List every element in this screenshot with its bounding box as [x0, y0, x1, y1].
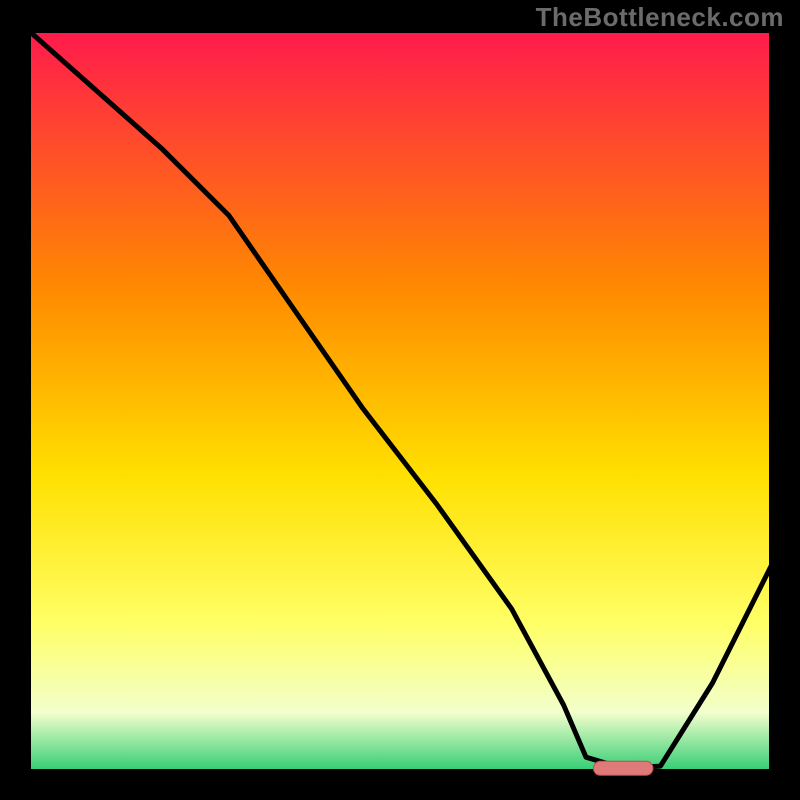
optimal-range-marker	[593, 761, 653, 775]
watermark-text: TheBottleneck.com	[536, 2, 784, 33]
bottleneck-chart	[0, 0, 800, 800]
chart-frame: TheBottleneck.com	[0, 0, 800, 800]
gradient-background	[28, 30, 772, 772]
